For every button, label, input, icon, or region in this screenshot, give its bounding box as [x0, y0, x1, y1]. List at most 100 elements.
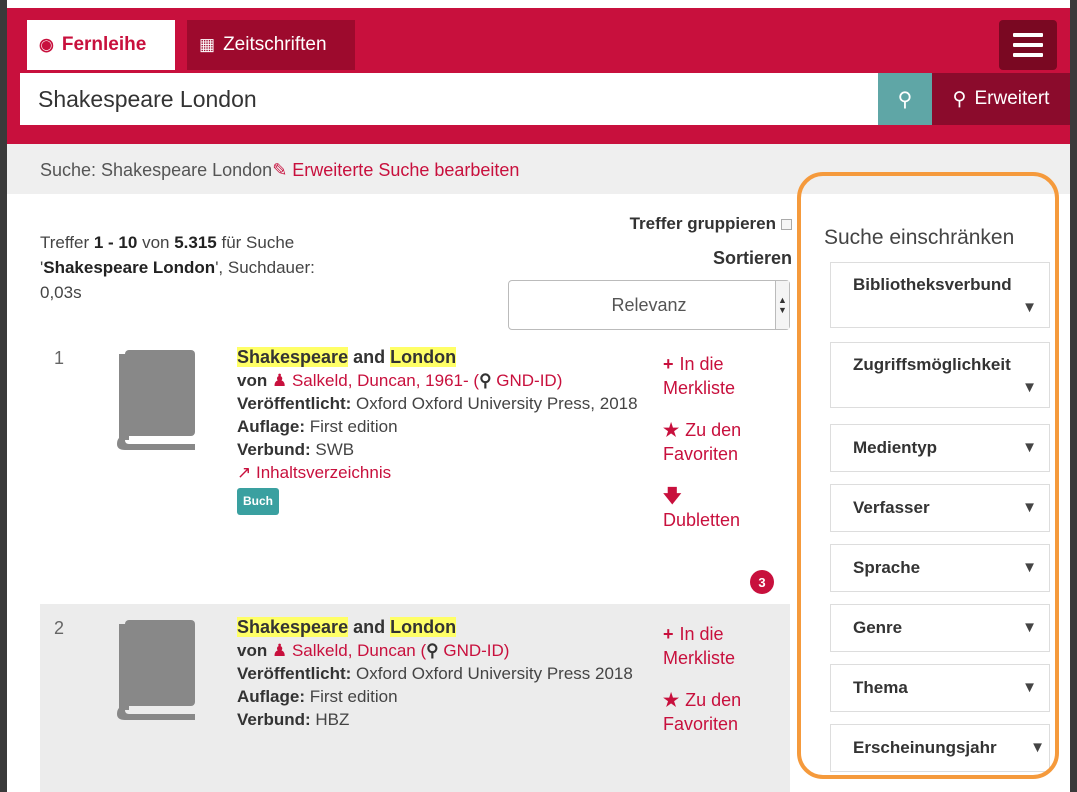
result-verbund: Verbund: HBZ	[237, 708, 657, 731]
edition-label: Auflage:	[237, 417, 305, 436]
hit-count: Treffer 1 - 10 von 5.315 für Suche 'Shak…	[40, 230, 400, 305]
author-prefix: von	[237, 641, 272, 660]
group-checkbox[interactable]	[781, 219, 792, 231]
search-icon: ⚲	[426, 641, 439, 660]
result-title[interactable]: Shakespeare and London	[237, 346, 657, 369]
author-name: Salkeld, Duncan	[291, 641, 416, 660]
plus-icon: +	[663, 354, 674, 374]
toc-label: Inhaltsverzeichnis	[255, 463, 392, 482]
hits-query: Shakespeare London	[43, 258, 216, 277]
result-item: 2 Shakespeare and London von ♟ Salkeld, …	[40, 604, 790, 792]
add-to-favorites-button[interactable]: ★ Zu den Favoriten	[663, 688, 783, 736]
hits-duration: 0,03s	[40, 283, 82, 302]
tab-zeitschriften-label: Zeitschriften	[223, 34, 327, 55]
zoom-icon: ⚲	[952, 88, 967, 110]
author-link[interactable]: ♟ Salkeld, Duncan, 1961-	[272, 371, 469, 390]
title-highlight: Shakespeare	[237, 617, 349, 637]
result-item: 1 Shakespeare and London von ♟ Salkeld, …	[40, 334, 790, 604]
verbund-label: Verbund:	[237, 440, 311, 459]
star-icon: ★	[663, 690, 680, 710]
sidebar-highlight-annotation	[797, 172, 1059, 779]
gnd-link[interactable]: (⚲ GND-ID)	[473, 371, 562, 390]
edit-search-label: Erweiterte Suche bearbeiten	[292, 160, 520, 180]
title-highlight: Shakespeare	[237, 347, 349, 367]
published-label: Veröffentlicht:	[237, 664, 352, 683]
author-prefix: von	[237, 371, 272, 390]
add-to-list-button[interactable]: + In die Merkliste	[663, 352, 783, 400]
person-icon: ♟	[271, 641, 288, 660]
hits-total: 5.315	[174, 233, 217, 252]
search-icon: ⚲	[897, 88, 913, 111]
tab-zeitschriften[interactable]: ▦ Zeitschriften	[187, 20, 355, 70]
sort-select[interactable]: Relevanz ▲ ▼	[508, 280, 790, 330]
arrow-down-icon: 🡇	[663, 486, 682, 506]
hamburger-icon[interactable]	[999, 20, 1057, 70]
sort-value: Relevanz	[611, 294, 687, 315]
verbund-value: HBZ	[310, 710, 350, 729]
search-summary-text: Suche: Shakespeare London	[40, 160, 273, 180]
published-label: Veröffentlicht:	[237, 394, 352, 413]
published-value: Oxford Oxford University Press 2018	[351, 664, 633, 683]
hits-text: Treffer	[40, 233, 94, 252]
author-link[interactable]: ♟ Salkeld, Duncan	[272, 641, 416, 660]
edition-value: First edition	[305, 687, 398, 706]
edition-label: Auflage:	[237, 687, 305, 706]
person-icon: ♟	[271, 371, 288, 390]
search-icon: ⚲	[479, 371, 492, 390]
globe-icon: ◉	[39, 35, 54, 54]
group-toggle[interactable]: Treffer gruppieren	[602, 214, 792, 234]
sort-label: Sortieren	[712, 248, 792, 268]
duplicates-button[interactable]: 🡇 Dubletten	[663, 484, 783, 532]
title-part: and	[348, 617, 391, 637]
add-to-list-button[interactable]: + In die Merkliste	[663, 622, 783, 670]
result-number: 2	[54, 618, 65, 638]
search-button[interactable]: ⚲	[878, 73, 932, 125]
duplicates-count-badge: 3	[750, 570, 774, 594]
edit-icon: ✎	[272, 160, 288, 180]
select-arrow-icon: ▲ ▼	[775, 281, 789, 329]
hits-text: für Suche	[216, 233, 295, 252]
verbund-value: SWB	[310, 440, 355, 459]
gnd-link[interactable]: (⚲ GND-ID)	[420, 641, 509, 660]
toc-link[interactable]: ↗ Inhaltsverzeichnis	[237, 461, 657, 484]
result-edition: Auflage: First edition	[237, 685, 657, 708]
result-verbund: Verbund: SWB	[237, 438, 657, 461]
tab-fernleihe-label: Fernleihe	[61, 34, 147, 55]
hits-text: von	[137, 233, 175, 252]
result-author: von ♟ Salkeld, Duncan (⚲ GND-ID)	[237, 639, 657, 662]
group-label: Treffer gruppieren	[629, 214, 776, 233]
verbund-label: Verbund:	[237, 710, 311, 729]
title-part: and	[348, 347, 391, 367]
result-published: Veröffentlicht: Oxford Oxford University…	[237, 662, 657, 685]
hits-text: ', Suchdauer:	[215, 258, 315, 277]
title-highlight: London	[390, 347, 457, 367]
result-author: von ♟ Salkeld, Duncan, 1961- (⚲ GND-ID)	[237, 369, 657, 392]
hits-range: 1 - 10	[93, 233, 138, 252]
plus-icon: +	[663, 624, 674, 644]
edit-search-link[interactable]: ✎ Erweiterte Suche bearbeiten	[272, 160, 519, 180]
gnd-label: GND-ID	[443, 641, 504, 660]
result-published: Veröffentlicht: Oxford Oxford University…	[237, 392, 657, 415]
result-details: Shakespeare and London von ♟ Salkeld, Du…	[237, 616, 657, 731]
tab-fernleihe[interactable]: ◉ Fernleihe	[27, 20, 175, 70]
result-edition: Auflage: First edition	[237, 415, 657, 438]
newspaper-icon: ▦	[199, 35, 216, 54]
result-details: Shakespeare and London von ♟ Salkeld, Du…	[237, 346, 657, 515]
frame-top	[0, 0, 1077, 8]
edition-value: First edition	[305, 417, 398, 436]
advanced-search-button[interactable]: ⚲ Erweitert	[932, 73, 1070, 125]
frame-right	[1070, 0, 1077, 792]
result-number: 1	[54, 348, 65, 368]
result-actions: + In die Merkliste ★ Zu den Favoriten 🡇 Dub…	[663, 352, 783, 550]
result-title[interactable]: Shakespeare and London	[237, 616, 657, 639]
author-name: Salkeld, Duncan, 1961-	[291, 371, 469, 390]
frame-left	[0, 0, 7, 792]
media-badge: Buch	[237, 488, 279, 515]
search-input[interactable]	[20, 73, 878, 125]
title-highlight: London	[390, 617, 457, 637]
add-to-favorites-button[interactable]: ★ Zu den Favoriten	[663, 418, 783, 466]
duplicates-label: Dubletten	[663, 510, 741, 530]
gnd-label: GND-ID	[496, 371, 557, 390]
external-link-icon: ↗	[237, 463, 252, 482]
book-icon	[117, 350, 195, 450]
